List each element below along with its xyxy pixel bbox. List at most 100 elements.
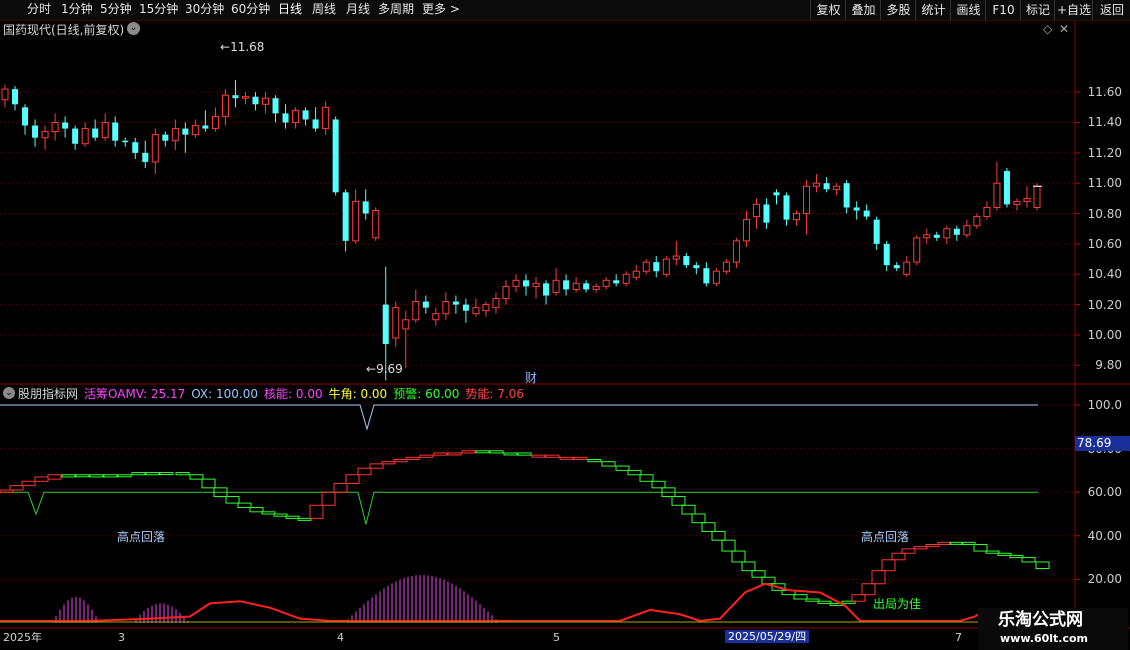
readout-label: 核能: <box>264 387 293 401</box>
oamv-box <box>861 583 876 596</box>
candle-body-down <box>863 210 870 217</box>
oamv-box <box>573 456 588 461</box>
candle-body-up <box>512 279 520 287</box>
cursor-date: 2025/05/29/四 <box>725 630 810 643</box>
tool-button-8[interactable]: 返回 <box>1092 0 1130 20</box>
tool-button-7[interactable]: +自选 <box>1054 0 1093 20</box>
period-2[interactable]: 5分钟 <box>100 2 132 17</box>
candle-body-up <box>41 131 49 139</box>
oamv-box <box>545 454 560 458</box>
oamv-box <box>503 452 518 456</box>
indicator-series <box>0 404 1050 623</box>
oamv-box <box>345 474 360 484</box>
diamond-icon[interactable]: ◇ <box>1043 22 1052 36</box>
candle-body-down <box>422 301 429 308</box>
oamv-box <box>901 548 916 554</box>
candle-body-up <box>793 213 801 221</box>
oamv-box <box>285 515 300 519</box>
oamv-box <box>47 474 62 480</box>
candle-body-up <box>712 270 720 284</box>
oamv-box <box>321 491 336 506</box>
period-toolbar: 分时 1分钟 5分钟 15分钟 30分钟 60分钟 日线 周线 月线 多周期 更多 > 复权 叠加 多股统… <box>0 0 1130 21</box>
oamv-box <box>405 456 420 461</box>
tool-button-5[interactable]: F10 <box>985 0 1021 20</box>
candle-body-down <box>92 128 99 138</box>
chevron-down-icon[interactable]: ⌄ <box>127 22 140 35</box>
oamv-box <box>559 456 574 460</box>
oamv-box <box>851 594 866 602</box>
tool-button-0[interactable]: 复权 <box>810 0 846 20</box>
readout-label: 势能: <box>465 387 494 401</box>
period-3[interactable]: 15分钟 <box>139 2 178 17</box>
financial-event-marker[interactable]: 财 <box>525 371 537 385</box>
chevron-down-icon[interactable]: ⌄ <box>3 387 15 399</box>
indicator-name[interactable]: 股朋指标网 <box>18 387 78 401</box>
oamv-box <box>751 570 766 578</box>
candle-body-up <box>472 307 480 315</box>
oamv-box <box>393 459 408 463</box>
oamv-box <box>273 513 288 517</box>
period-1[interactable]: 1分钟 <box>61 2 93 17</box>
oamv-box <box>691 513 706 524</box>
readout-value: 60.00 <box>421 387 460 401</box>
price-tick-label: 11.20 <box>1087 145 1122 160</box>
annotation-high-fall-1: 高点回落 <box>117 530 166 544</box>
period-0[interactable]: 分时 <box>27 2 51 17</box>
date-label-jul: 7 <box>955 631 962 644</box>
oamv-box <box>475 450 490 454</box>
oamv-box <box>997 552 1012 556</box>
tool-button-2[interactable]: 多股 <box>880 0 916 20</box>
candle-body-up <box>442 301 450 315</box>
candle-body-down <box>523 280 530 287</box>
candle-body-down <box>182 128 189 135</box>
oamv-box <box>761 576 776 585</box>
period-9[interactable]: 多周期 <box>378 2 414 17</box>
candle-body-up <box>211 115 219 130</box>
candle-body-down <box>683 256 690 266</box>
readout-label: 预警: <box>393 387 422 401</box>
candle-body-down <box>32 125 39 138</box>
readout-label: 牛角: <box>328 387 357 401</box>
candle-body-up <box>943 228 951 239</box>
oamv-box <box>711 530 726 541</box>
period-8[interactable]: 月线 <box>346 2 370 17</box>
oamv-box <box>587 459 602 463</box>
candle-body-down <box>332 119 339 193</box>
indicator-tick-label: 40.00 <box>1087 528 1122 543</box>
period-6[interactable]: 日线 <box>278 2 302 17</box>
period-10[interactable]: 更多 > <box>422 2 460 17</box>
low-price-label: 9.69 <box>376 362 403 376</box>
period-7[interactable]: 周线 <box>312 2 336 17</box>
candle-body-down <box>953 228 960 235</box>
candle-body-down <box>142 152 149 162</box>
candle-body-down <box>252 96 259 105</box>
period-4[interactable]: 30分钟 <box>185 2 224 17</box>
candlestick-series <box>1 80 1042 381</box>
tool-button-6[interactable]: 标记 <box>1020 0 1055 20</box>
high-price-marker: ←11.68 <box>220 40 265 54</box>
oamv-box <box>531 454 546 458</box>
low-price-marker: ←9.69 <box>366 362 403 376</box>
candle-body-down <box>763 204 770 223</box>
candle-body-up <box>642 261 650 272</box>
candle-body-up <box>602 279 610 287</box>
oamv-box <box>225 496 240 504</box>
oamv-box <box>357 467 372 476</box>
candle-body-down <box>933 234 940 238</box>
candle-body-down <box>653 262 660 272</box>
period-5[interactable]: 60分钟 <box>231 2 270 17</box>
candle-body-up <box>51 121 59 133</box>
candle-body-up <box>171 128 179 142</box>
close-icon[interactable]: ✕ <box>1059 22 1069 36</box>
oamv-box <box>201 478 216 489</box>
price-tick-label: 10.60 <box>1087 236 1122 251</box>
candle-body-up <box>1 88 9 101</box>
tool-button-1[interactable]: 叠加 <box>845 0 881 20</box>
tool-button-4[interactable]: 画线 <box>950 0 986 20</box>
readout-label: OX: <box>191 387 213 401</box>
oamv-box <box>103 474 118 478</box>
oamv-box <box>117 474 132 478</box>
oamv-box <box>75 474 90 478</box>
candle-body-up <box>742 219 750 242</box>
tool-button-3[interactable]: 统计 <box>915 0 951 20</box>
